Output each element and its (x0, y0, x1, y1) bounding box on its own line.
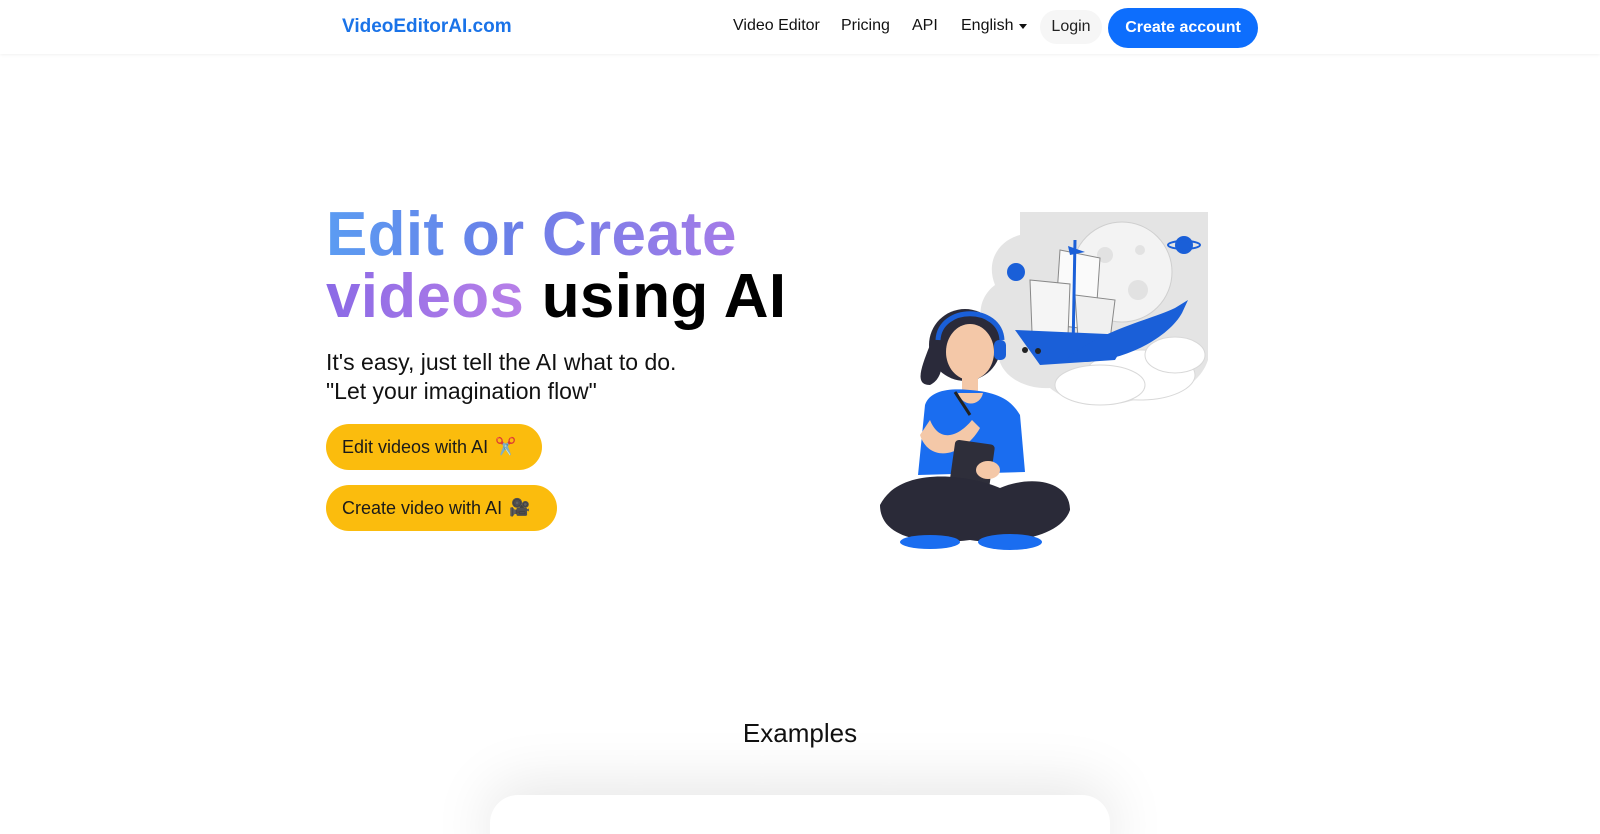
hero-subtitle-line2: "Let your imagination flow" (326, 378, 597, 404)
create-account-button[interactable]: Create account (1108, 8, 1258, 48)
language-dropdown[interactable]: English (961, 17, 1028, 35)
brand-logo-link[interactable]: VideoEditorAI.com (342, 16, 512, 38)
video-camera-icon: 🎥 (509, 498, 531, 517)
create-video-label: Create video with AI (342, 497, 503, 518)
girl-dreaming-illustration (880, 212, 1208, 550)
login-button[interactable]: Login (1040, 10, 1102, 44)
create-video-button[interactable]: Create video with AI 🎥 (326, 485, 557, 531)
hero-title-part3: using AI (541, 262, 787, 331)
language-label: English (961, 17, 1014, 34)
edit-videos-button[interactable]: Edit videos with AI ✂️ (326, 424, 542, 470)
examples-heading: Examples (742, 718, 858, 748)
nav-link-video-editor[interactable]: Video Editor (733, 17, 820, 35)
scissors-icon: ✂️ (495, 437, 517, 456)
hero-title-part2: videos (326, 262, 525, 331)
hero-title-part1: Edit or Create (326, 200, 737, 269)
caret-down-icon (1019, 24, 1028, 29)
hero-title: Edit or Create videos using AI (326, 204, 786, 328)
edit-videos-label: Edit videos with AI (342, 436, 489, 457)
examples-card (490, 795, 1110, 834)
top-navbar: VideoEditorAI.com Video Editor Pricing A… (0, 0, 1600, 54)
hero-subtitle: It's easy, just tell the AI what to do. … (326, 348, 676, 406)
hero-subtitle-line1: It's easy, just tell the AI what to do. (326, 349, 677, 375)
nav-link-pricing[interactable]: Pricing (841, 17, 890, 35)
nav-link-api[interactable]: API (912, 17, 938, 35)
